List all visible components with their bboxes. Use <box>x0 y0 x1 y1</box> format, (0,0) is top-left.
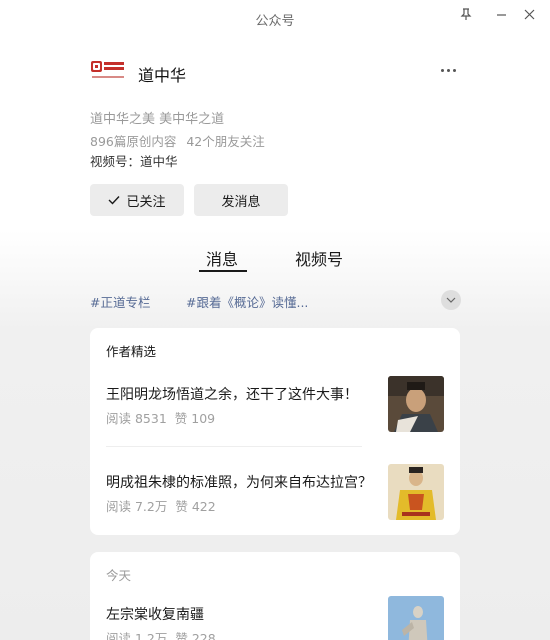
follow-button-label: 已关注 <box>126 194 166 210</box>
tab-video-channel[interactable]: 视频号 <box>295 246 343 270</box>
article-reads: 阅读 8531 <box>106 411 167 426</box>
title-bar: 公众号 <box>0 0 550 36</box>
featured-title: 作者精选 <box>106 344 157 359</box>
article-item[interactable]: 左宗棠收复南疆 阅读 1.2万赞 228 <box>90 596 460 640</box>
article-divider <box>106 446 362 447</box>
article-item[interactable]: 明成祖朱棣的标准照，为何来自布达拉宫？ 阅读 7.2万赞 422 <box>90 464 460 534</box>
send-message-button[interactable]: 发消息 <box>194 184 288 216</box>
article-reads: 阅读 7.2万 <box>106 499 168 514</box>
topic-tag[interactable]: #正道专栏 <box>90 292 150 311</box>
account-name: 道中华 <box>138 66 187 85</box>
topic-bar: #正道专栏 #跟着《概论》读懂... <box>90 290 462 310</box>
article-meta: 阅读 1.2万赞 228 <box>106 628 216 640</box>
article-thumbnail <box>388 376 444 432</box>
article-likes: 赞 228 <box>175 631 216 640</box>
article-meta: 阅读 8531 赞 109 <box>106 408 215 427</box>
minimize-icon <box>496 13 506 16</box>
close-icon <box>524 9 534 19</box>
friends-follow-count[interactable]: 42个朋友关注 <box>186 134 264 149</box>
article-thumbnail <box>388 464 444 520</box>
article-item[interactable]: 王阳明龙场悟道之余，还干了这件大事！ 阅读 8531 赞 109 <box>90 376 460 446</box>
minimize-button[interactable] <box>487 4 515 24</box>
pin-button[interactable] <box>452 4 480 24</box>
pin-icon <box>460 7 472 20</box>
tab-messages[interactable]: 消息 <box>206 246 238 270</box>
topic-tag[interactable]: #跟着《概论》读懂... <box>186 292 308 311</box>
send-message-label: 发消息 <box>221 194 261 210</box>
active-tab-indicator <box>199 270 247 272</box>
more-icon-dot <box>446 68 450 72</box>
more-options-button[interactable] <box>436 58 460 82</box>
more-icon <box>440 68 444 72</box>
check-icon <box>108 196 120 205</box>
content-tabs: 消息 视频号 <box>0 246 550 274</box>
close-button[interactable] <box>515 4 543 24</box>
article-likes: 赞 109 <box>174 411 216 426</box>
article-likes: 赞 422 <box>175 499 216 514</box>
expand-topics-button[interactable] <box>441 290 461 310</box>
account-stats: 896篇原创内容 42个朋友关注 <box>90 131 265 150</box>
account-logo[interactable] <box>90 58 126 84</box>
follow-button[interactable]: 已关注 <box>90 184 184 216</box>
featured-card: 作者精选 王阳明龙场悟道之余，还干了这件大事！ 阅读 8531 赞 109 明成祖… <box>90 328 460 535</box>
article-thumbnail <box>388 596 444 640</box>
account-bio: 道中华之美 美中华之道 <box>90 112 225 127</box>
original-count[interactable]: 896篇原创内容 <box>90 134 176 149</box>
today-card: 今天 左宗棠收复南疆 阅读 1.2万赞 228 <box>90 552 460 640</box>
article-title: 左宗棠收复南疆 <box>106 607 204 623</box>
chevron-down-icon <box>446 297 456 303</box>
article-meta: 阅读 7.2万赞 422 <box>106 496 216 515</box>
article-title: 王阳明龙场悟道之余，还干了这件大事！ <box>106 387 358 403</box>
account-header: 道中华 <box>90 56 462 90</box>
video-channel-link[interactable]: 视频号：道中华 <box>90 151 178 170</box>
article-reads: 阅读 1.2万 <box>106 631 168 640</box>
more-icon-dot <box>452 68 456 72</box>
article-title: 明成祖朱棣的标准照，为何来自布达拉宫？ <box>106 475 372 491</box>
today-title: 今天 <box>106 568 132 583</box>
